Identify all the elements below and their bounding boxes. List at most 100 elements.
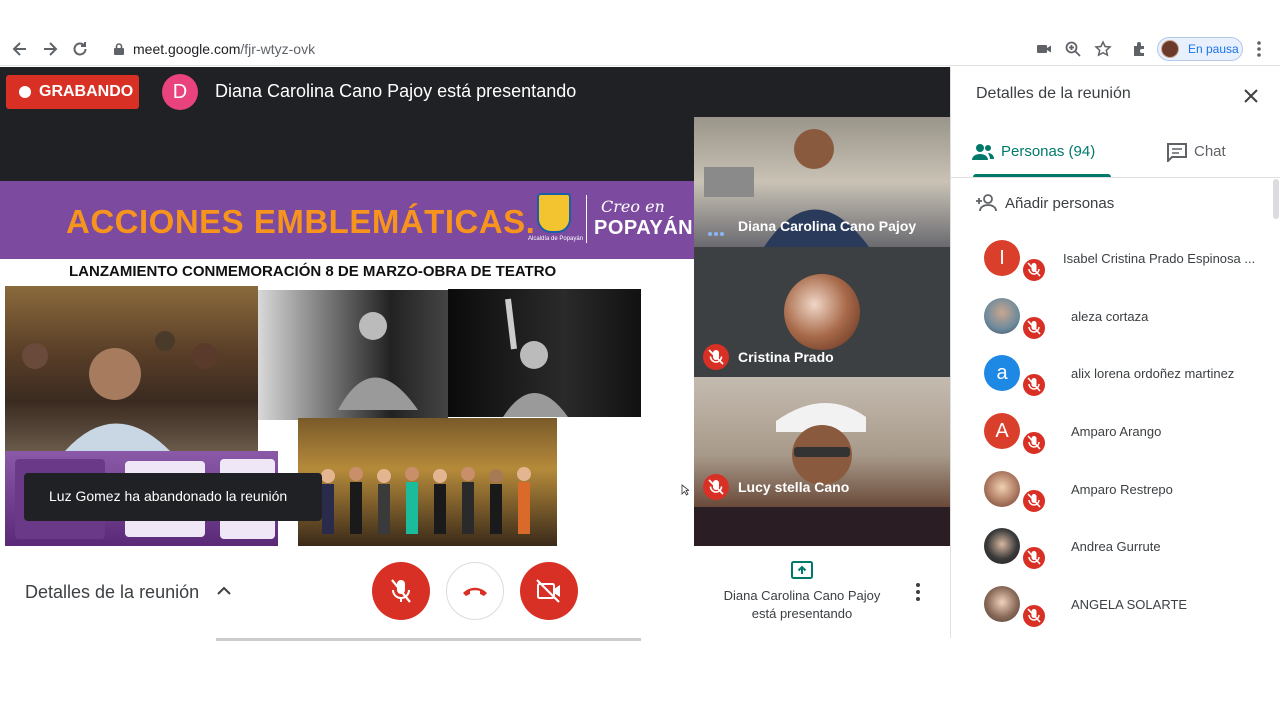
chat-icon xyxy=(1166,142,1188,164)
list-item[interactable]: Andrea Gurrute xyxy=(951,517,1280,575)
more-options-icon[interactable] xyxy=(915,582,921,602)
person-avatar xyxy=(984,297,1020,334)
list-item[interactable]: aleza cortaza xyxy=(951,287,1280,345)
browser-toolbar: meet.google.com/fjr-wtyz-ovk En pausa xyxy=(0,32,1280,66)
meet-window: meet.google.com/fjr-wtyz-ovk En pausa GR… xyxy=(0,0,1280,720)
participant-tile-2[interactable]: Cristina Prado xyxy=(694,247,950,377)
add-people-label: Añadir personas xyxy=(1005,195,1115,212)
mic-off-icon xyxy=(1021,545,1047,572)
profile-status: En pausa xyxy=(1188,42,1239,56)
leave-call-button[interactable] xyxy=(446,562,504,620)
presenting-name: Diana Carolina Cano Pajoy xyxy=(723,588,881,603)
speaking-dots-icon xyxy=(708,224,724,236)
address-bar[interactable]: meet.google.com/fjr-wtyz-ovk xyxy=(133,41,315,57)
participant-tile-1[interactable]: Diana Carolina Cano Pajoy xyxy=(694,117,950,247)
list-item[interactable]: Amparo Restrepo xyxy=(951,460,1280,518)
reload-icon[interactable] xyxy=(70,39,90,59)
mic-off-icon xyxy=(1021,257,1047,283)
person-name: alix lorena ordoñez martinez xyxy=(1071,366,1235,382)
bookmark-star-icon[interactable] xyxy=(1094,40,1112,58)
slide-heading: ACCIONES EMBLEMÁTICAS. xyxy=(66,203,536,240)
mic-off-icon xyxy=(703,474,729,500)
person-avatar xyxy=(984,470,1020,507)
mic-off-icon xyxy=(391,579,411,603)
presenting-suffix: está presentando xyxy=(751,606,853,621)
tab-chat[interactable]: Chat xyxy=(1116,129,1280,177)
present-screen-icon[interactable] xyxy=(790,560,814,580)
tab-people-label: Personas (94) xyxy=(1001,143,1096,160)
audience-photo xyxy=(5,286,258,451)
person-name: Amparo Arango xyxy=(1071,424,1162,440)
participant-name: Lucy stella Cano xyxy=(738,479,850,495)
extensions-puzzle-icon[interactable] xyxy=(1131,40,1149,58)
recording-label: GRABANDO xyxy=(39,83,134,100)
zoom-icon[interactable] xyxy=(1064,40,1082,58)
person-avatar xyxy=(984,528,1020,565)
presenting-status[interactable]: Diana Carolina Cano Pajoy está presentan… xyxy=(712,587,892,623)
person-avatar: A xyxy=(984,413,1020,450)
url-host: meet.google.com xyxy=(133,41,241,57)
person-avatar xyxy=(984,586,1020,623)
campaign-logo-bottom: POPAYÁN xyxy=(594,217,694,239)
mic-off-icon xyxy=(1021,487,1047,514)
person-name: aleza cortaza xyxy=(1071,308,1149,324)
hang-up-icon xyxy=(463,587,487,596)
mic-off-icon xyxy=(703,344,729,370)
close-icon[interactable] xyxy=(1242,87,1260,105)
leave-notification-toast: Luz Gomez ha abandonado la reunión xyxy=(24,473,322,521)
presenter-banner: Diana Carolina Cano Pajoy está presentan… xyxy=(215,81,577,101)
add-people-button[interactable]: Añadir personas xyxy=(975,191,1235,215)
mic-off-icon xyxy=(1021,430,1047,457)
participant-name: Cristina Prado xyxy=(738,349,834,365)
logo-divider xyxy=(586,195,587,243)
panel-title: Detalles de la reunión xyxy=(976,85,1131,102)
theater-photo-bw-2 xyxy=(448,289,641,417)
url-path: /fjr-wtyz-ovk xyxy=(240,41,316,57)
back-icon[interactable] xyxy=(10,39,30,59)
lock-icon[interactable] xyxy=(112,42,126,56)
participant-tile-4[interactable] xyxy=(694,507,950,546)
people-list: I Isabel Cristina Prado Espinosa ... ale… xyxy=(951,229,1280,633)
city-crest-logo xyxy=(537,193,571,233)
chevron-up-icon[interactable] xyxy=(215,584,233,598)
person-avatar: I xyxy=(984,240,1020,276)
list-item[interactable]: a alix lorena ordoñez martinez xyxy=(951,344,1280,402)
mic-off-icon xyxy=(1021,372,1047,399)
camera-indicator-icon[interactable] xyxy=(1035,40,1053,58)
call-controls-bar: Detalles de la reunión Diana Carolina Ca… xyxy=(0,546,950,638)
profile-avatar xyxy=(1161,40,1179,58)
panel-scrollbar[interactable] xyxy=(1273,179,1279,219)
recording-badge: GRABANDO xyxy=(6,75,139,109)
camera-off-icon xyxy=(536,579,560,603)
list-item[interactable]: I Isabel Cristina Prado Espinosa ... xyxy=(951,229,1280,287)
participant-avatar-photo xyxy=(784,274,860,350)
forward-icon[interactable] xyxy=(40,39,60,59)
meeting-details-button[interactable]: Detalles de la reunión xyxy=(25,582,199,603)
person-name: Isabel Cristina Prado Espinosa ... xyxy=(1063,251,1256,266)
microphone-toggle-button[interactable] xyxy=(372,562,430,620)
crest-caption: Alcaldía de Popayán xyxy=(528,236,584,242)
person-name: ANGELA SOLARTE xyxy=(1071,597,1188,613)
theater-photo-bw-1 xyxy=(258,290,448,420)
tab-chat-label: Chat xyxy=(1194,143,1226,160)
browser-tab-strip xyxy=(0,0,1280,32)
toast-message: Luz Gomez ha abandonado la reunión xyxy=(49,488,288,504)
slide-banner: ACCIONES EMBLEMÁTICAS. Alcaldía de Popay… xyxy=(0,181,694,259)
browser-menu-icon[interactable] xyxy=(1256,40,1262,58)
mic-off-icon xyxy=(1021,603,1047,630)
record-dot-icon xyxy=(19,86,31,98)
list-item[interactable]: ANGELA SOLARTE xyxy=(951,575,1280,633)
people-icon xyxy=(971,142,995,162)
mouse-cursor-icon xyxy=(681,483,691,496)
person-avatar: a xyxy=(984,355,1020,392)
tabs-divider xyxy=(951,177,1280,178)
person-name: Amparo Restrepo xyxy=(1071,481,1173,497)
tab-people[interactable]: Personas (94) xyxy=(951,129,1116,177)
camera-toggle-button[interactable] xyxy=(520,562,578,620)
list-item[interactable]: A Amparo Arango xyxy=(951,402,1280,460)
meeting-details-panel: Detalles de la reunión Personas (94) Cha… xyxy=(950,67,1280,638)
profile-button[interactable]: En pausa xyxy=(1157,37,1243,61)
participant-tile-3[interactable]: Lucy stella Cano xyxy=(694,377,950,507)
presenter-avatar: D xyxy=(162,74,198,110)
participant-name: Diana Carolina Cano Pajoy xyxy=(738,218,917,234)
